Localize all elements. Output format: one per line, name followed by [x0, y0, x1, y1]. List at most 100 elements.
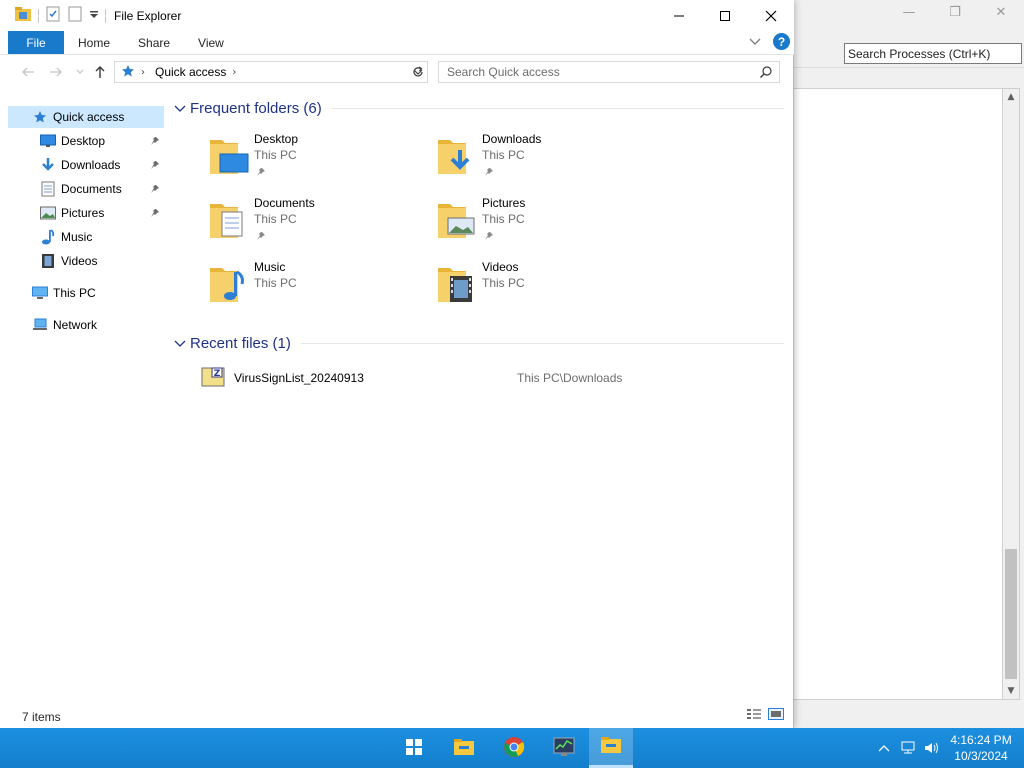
tab-file[interactable]: File: [8, 31, 64, 54]
item-count: 7 items: [22, 710, 61, 724]
nav-item-music[interactable]: Music: [8, 226, 164, 248]
clock-time: 4:16:24 PM: [950, 733, 1012, 747]
folder-name: Music: [254, 260, 286, 274]
nav-network[interactable]: Network: [8, 314, 164, 336]
tab-home[interactable]: Home: [64, 31, 124, 54]
background-window-controls: — ❐ ✕: [886, 0, 1024, 24]
pin-icon[interactable]: [256, 166, 266, 180]
frequent-folders-title: Frequent folders (6): [190, 100, 322, 117]
pin-icon[interactable]: [484, 230, 494, 244]
folder-tile-desktop[interactable]: Desktop This PC: [208, 132, 428, 188]
process-search-input[interactable]: Search Processes (Ctrl+K): [844, 43, 1022, 64]
recent-file-name: VirusSignList_20240913: [234, 371, 364, 385]
quick-access-star-icon: [32, 109, 48, 125]
bg-minimize-button[interactable]: —: [886, 0, 932, 24]
search-icon[interactable]: [759, 65, 773, 82]
forward-arrow-icon[interactable]: [46, 62, 66, 82]
folder-location: This PC: [482, 212, 525, 226]
this-pc-icon: [32, 285, 48, 301]
nav-item-videos[interactable]: Videos: [8, 250, 164, 272]
recent-file-row[interactable]: Z VirusSignList_20240913 This PC\Downloa…: [200, 366, 780, 390]
nav-item-desktop[interactable]: Desktop: [8, 130, 164, 152]
tab-view[interactable]: View: [184, 31, 238, 54]
refresh-icon[interactable]: [408, 61, 428, 83]
taskbar-chrome[interactable]: [492, 728, 536, 768]
pin-icon[interactable]: [150, 159, 160, 173]
new-folder-icon[interactable]: [67, 6, 83, 25]
quick-access-star-icon: [121, 64, 135, 81]
minimize-button[interactable]: [656, 0, 702, 31]
breadcrumb-quick-access[interactable]: Quick access: [155, 65, 226, 79]
scroll-up-icon[interactable]: ▲: [1003, 89, 1019, 105]
nav-label: Pictures: [61, 206, 105, 220]
search-box[interactable]: [438, 61, 780, 83]
frequent-folders-header[interactable]: Frequent folders (6): [172, 100, 784, 117]
show-desktop-button[interactable]: [1018, 728, 1024, 768]
process-list-scrollbar[interactable]: ▲ ▼: [1002, 88, 1020, 700]
explorer-app-icon[interactable]: [14, 6, 32, 25]
nav-item-downloads[interactable]: Downloads: [8, 154, 164, 176]
recent-locations-chevron-icon[interactable]: [70, 62, 90, 82]
folder-tile-pictures[interactable]: Pictures This PC: [436, 196, 656, 252]
scroll-down-icon[interactable]: ▼: [1003, 683, 1019, 699]
close-button[interactable]: [748, 0, 794, 31]
bg-close-button[interactable]: ✕: [978, 0, 1024, 24]
navigation-pane[interactable]: Quick access Desktop Downloads Documents…: [0, 96, 172, 696]
collapse-chevron-icon[interactable]: [172, 105, 188, 113]
back-arrow-icon[interactable]: [18, 62, 38, 82]
network-tray-icon[interactable]: [896, 741, 920, 755]
folder-tile-downloads[interactable]: Downloads This PC: [436, 132, 656, 188]
volume-icon[interactable]: [920, 741, 944, 755]
folder-tile-music[interactable]: Music This PC: [208, 260, 428, 316]
quick-access-toolbar: [14, 6, 106, 25]
breadcrumb-chevron-icon[interactable]: ›: [232, 67, 236, 78]
pin-icon[interactable]: [150, 135, 160, 149]
bg-restore-button[interactable]: ❐: [932, 0, 978, 24]
large-icons-view-icon[interactable]: [768, 708, 784, 723]
nav-this-pc[interactable]: This PC: [8, 282, 164, 304]
taskbar-process-explorer[interactable]: [542, 728, 586, 768]
breadcrumb-chevron-icon[interactable]: ›: [141, 67, 145, 78]
content-pane[interactable]: Frequent folders (6) Desktop This PC Dow…: [172, 96, 786, 696]
expand-ribbon-chevron-icon[interactable]: [749, 35, 761, 49]
properties-icon[interactable]: [45, 6, 61, 25]
recent-file-location: This PC\Downloads: [517, 371, 623, 385]
documents-icon: [40, 181, 56, 197]
folder-name: Videos: [482, 260, 519, 274]
details-view-icon[interactable]: [746, 708, 762, 723]
taskbar-file-explorer[interactable]: [442, 728, 486, 768]
address-box[interactable]: › Quick access ›: [114, 61, 428, 83]
nav-item-documents[interactable]: Documents: [8, 178, 164, 200]
clock-date: 10/3/2024: [954, 749, 1008, 763]
show-hidden-icons-chevron-icon[interactable]: [872, 744, 896, 752]
help-icon[interactable]: ?: [773, 33, 790, 50]
search-input[interactable]: [447, 65, 747, 79]
folder-location: This PC: [254, 276, 297, 290]
pin-icon[interactable]: [256, 230, 266, 244]
process-list[interactable]: [793, 88, 1003, 700]
folder-tile-videos[interactable]: Videos This PC: [436, 260, 656, 316]
up-arrow-icon[interactable]: [90, 62, 110, 82]
desktop-icon: [40, 133, 56, 149]
clock[interactable]: 4:16:24 PM 10/3/2024: [944, 732, 1018, 764]
scrollbar-thumb[interactable]: [1005, 549, 1017, 679]
documents-folder-icon: [208, 196, 252, 242]
recent-files-header[interactable]: Recent files (1): [172, 335, 784, 352]
windows-logo-icon: [406, 738, 422, 758]
nav-quick-access[interactable]: Quick access: [8, 106, 164, 128]
taskbar-file-explorer-active[interactable]: [589, 728, 633, 768]
collapse-chevron-icon[interactable]: [172, 340, 188, 348]
music-folder-icon: [208, 260, 252, 306]
nav-item-pictures[interactable]: Pictures: [8, 202, 164, 224]
bg-horizontal-area: [793, 704, 1021, 726]
customize-qat-chevron-icon[interactable]: [89, 9, 99, 23]
pin-icon[interactable]: [150, 207, 160, 221]
maximize-button[interactable]: [702, 0, 748, 31]
folder-tile-documents[interactable]: Documents This PC: [208, 196, 428, 252]
tab-share[interactable]: Share: [124, 31, 184, 54]
videos-icon: [40, 253, 56, 269]
pin-icon[interactable]: [484, 166, 494, 180]
file-explorer-active-icon: [600, 736, 622, 757]
pin-icon[interactable]: [150, 183, 160, 197]
start-button[interactable]: [392, 728, 436, 768]
